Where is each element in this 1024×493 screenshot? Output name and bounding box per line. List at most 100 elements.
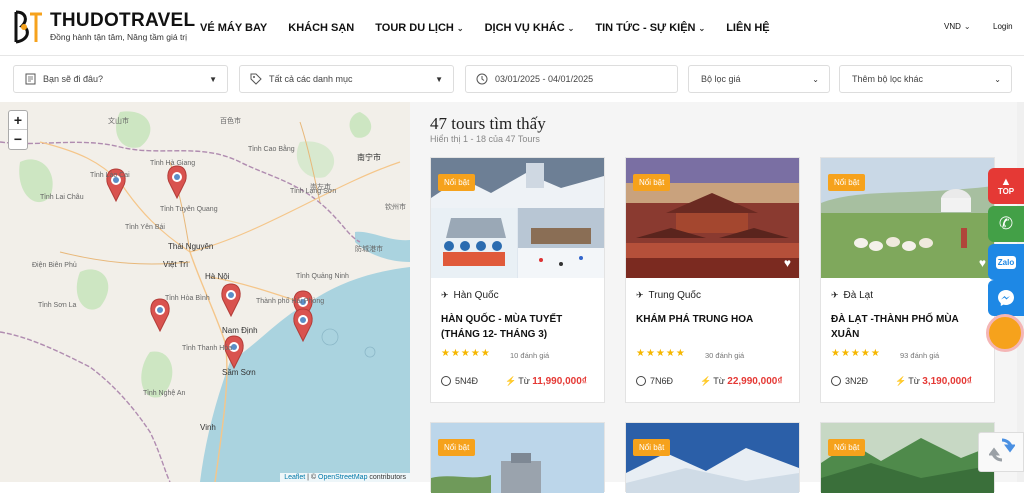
tour-destination: ✈ Hàn Quốc <box>441 290 499 301</box>
map-label: Thành phố Hải Phòng <box>256 298 325 305</box>
results-title: 47 tours tìm thấy <box>430 114 546 133</box>
currency-selector[interactable]: VND ⌄ <box>944 22 971 31</box>
logo-mark-icon <box>14 10 42 44</box>
tour-price: ⚡ Từ 11,990,000₫ <box>505 376 587 387</box>
tour-image[interactable]: Nổi bật <box>431 158 604 278</box>
tour-price: ⚡ Từ 22,990,000₫ <box>700 376 782 387</box>
bolt-icon: ⚡ <box>700 376 712 386</box>
date-range-value: 03/01/2025 - 04/01/2025 <box>495 74 594 84</box>
plane-icon: ✈ <box>636 290 644 300</box>
attribution-sep: | © <box>305 474 319 481</box>
map-label: 文山市 <box>108 118 129 125</box>
main-nav: VÉ MÁY BAY KHÁCH SẠN TOUR DU LỊCH ⌄ DỊCH … <box>200 0 791 56</box>
map-marker[interactable] <box>167 165 187 200</box>
tour-card[interactable]: Nổi bật ♥ ✈ Trung Quốc KHÁM PHÁ TRUNG HOA… <box>625 157 800 403</box>
recaptcha-icon <box>989 438 1015 462</box>
map-label: Điện Biên Phủ <box>32 262 77 269</box>
currency-label: VND <box>944 22 961 31</box>
tour-image[interactable]: Nổi bật <box>626 423 799 493</box>
review-count: 10 đánh giá <box>510 351 550 360</box>
tour-duration: 5N4Đ <box>441 376 478 386</box>
tour-title[interactable]: KHÁM PHÁ TRUNG HOA <box>636 312 794 327</box>
tour-duration-label: 5N4Đ <box>455 376 479 386</box>
tour-duration: 3N2Đ <box>831 376 868 386</box>
plane-icon: ✈ <box>831 290 839 300</box>
map-label: Tỉnh Quảng Ninh <box>296 273 349 280</box>
clock-icon <box>441 376 451 386</box>
map-label: Tỉnh Sơn La <box>38 302 77 309</box>
nav-news-events[interactable]: TIN TỨC - SỰ KIỆN ⌄ <box>595 22 705 34</box>
site-header: THUDOTRAVEL Đồng hành tận tâm, Nâng tầm … <box>0 0 1024 56</box>
more-filters-select[interactable]: Thêm bộ lọc khác ⌄ <box>839 65 1012 93</box>
category-placeholder: Tất cả các danh mục <box>269 74 353 84</box>
tour-image[interactable]: Nổi bật <box>821 423 994 493</box>
category-select[interactable]: Tất cả các danh mục ▼ <box>239 65 454 93</box>
back-to-top-button[interactable]: ▲ TOP <box>988 168 1024 204</box>
price-prefix: Từ <box>908 376 920 386</box>
tour-destination-label: Đà Lạt <box>843 290 874 301</box>
rating-stars: ★★★★★ <box>441 348 491 359</box>
nav-other-services[interactable]: DỊCH VỤ KHÁC ⌄ <box>485 22 575 34</box>
map-label: Tỉnh Thanh Hóa <box>182 345 233 352</box>
nav-tours[interactable]: TOUR DU LỊCH ⌄ <box>375 22 463 34</box>
nav-hotels[interactable]: KHÁCH SẠN <box>288 22 354 34</box>
messenger-button[interactable] <box>988 280 1024 316</box>
map-label: 防城港市 <box>355 246 383 253</box>
map-label: Việt Trì <box>163 260 189 269</box>
nav-flights[interactable]: VÉ MÁY BAY <box>200 22 267 34</box>
destination-select[interactable]: Bạn sẽ đi đâu? ▼ <box>13 65 228 93</box>
zalo-button[interactable]: Zalo <box>988 244 1024 280</box>
destination-placeholder: Bạn sẽ đi đâu? <box>43 74 104 84</box>
chat-bubble-button[interactable] <box>986 314 1024 352</box>
tour-title[interactable]: HÀN QUỐC - MÙA TUYẾT (THÁNG 12- THÁNG 3) <box>441 312 599 342</box>
tag-icon <box>250 73 262 85</box>
login-link[interactable]: Login <box>993 22 1013 31</box>
map-marker[interactable] <box>150 298 170 333</box>
top-label: TOP <box>997 186 1015 196</box>
chevron-down-icon: ⌄ <box>698 23 706 33</box>
tour-card[interactable]: Nổi bật ♥ ✈ Đà Lạt ĐÀ LẠT -THÀNH PHỐ MÙA … <box>820 157 995 403</box>
heart-icon[interactable]: ♥ <box>784 256 791 270</box>
clock-icon <box>831 376 841 386</box>
nav-contact[interactable]: LIÊN HỆ <box>726 22 769 34</box>
phone-button[interactable]: ✆ <box>988 206 1024 242</box>
rating-stars: ★★★★★ <box>831 348 881 359</box>
logo-slogan: Đồng hành tận tâm, Nâng tầm giá trị <box>50 32 188 42</box>
tour-destination: ✈ Đà Lạt <box>831 290 873 301</box>
tour-image[interactable]: Nổi bật ♥ <box>821 158 994 278</box>
map-label: 崇左市 <box>310 184 331 191</box>
tour-image-graphic <box>821 423 994 493</box>
tour-price: ⚡ Từ 3,190,000₫ <box>895 376 972 387</box>
tour-card[interactable]: Nổi bật ✈ Hàn Quốc HÀN QUỐC - MÙA TUYẾT (… <box>430 157 605 403</box>
price-filter-select[interactable]: Bộ lọc giá ⌄ <box>688 65 830 93</box>
price-value: 22,990,000₫ <box>727 376 783 387</box>
site-logo[interactable]: THUDOTRAVEL Đồng hành tận tâm, Nâng tầm … <box>12 8 195 48</box>
filter-bar: Bạn sẽ đi đâu? ▼ Tất cả các danh mục ▼ 0… <box>0 57 1024 101</box>
results-subtitle: Hiển thị 1 - 18 của 47 Tours <box>430 134 540 144</box>
tour-title[interactable]: ĐÀ LẠT -THÀNH PHỐ MÙA XUÂN <box>831 312 989 342</box>
messenger-icon <box>998 290 1014 306</box>
tour-image[interactable]: Nổi bật ♥ <box>626 158 799 278</box>
map-label: 南宁市 <box>357 153 381 162</box>
date-range-input[interactable]: 03/01/2025 - 04/01/2025 <box>465 65 678 93</box>
map-label: Tỉnh Nghệ An <box>143 390 186 397</box>
map-label: Tỉnh Hòa Bình <box>165 295 210 302</box>
nav-flights-label: VÉ MÁY BAY <box>200 22 268 34</box>
tour-map[interactable]: Tỉnh Hà Giang Tỉnh Lai Châu Tỉnh Tuyên Q… <box>0 102 410 482</box>
heart-icon[interactable]: ♥ <box>979 256 986 270</box>
map-label: Tỉnh Cao Bằng <box>248 146 295 153</box>
tour-duration-label: 7N6Đ <box>650 376 674 386</box>
recaptcha-badge[interactable] <box>978 432 1024 472</box>
leaflet-link[interactable]: Leaflet <box>284 474 305 481</box>
tour-duration-label: 3N2Đ <box>845 376 869 386</box>
tour-image-graphic <box>431 423 604 493</box>
tour-results: 47 tours tìm thấy Hiển thị 1 - 18 của 47… <box>410 102 1024 493</box>
zoom-out-button[interactable]: − <box>9 130 27 149</box>
price-prefix: Từ <box>713 376 725 386</box>
tour-image[interactable]: Nổi bật <box>431 423 604 493</box>
logo-name: THUDOTRAVEL <box>50 10 196 31</box>
map-marker[interactable] <box>221 283 241 318</box>
osm-link[interactable]: OpenStreetMap <box>318 474 367 481</box>
zoom-in-button[interactable]: + <box>9 111 27 130</box>
bolt-icon: ⚡ <box>505 376 517 386</box>
